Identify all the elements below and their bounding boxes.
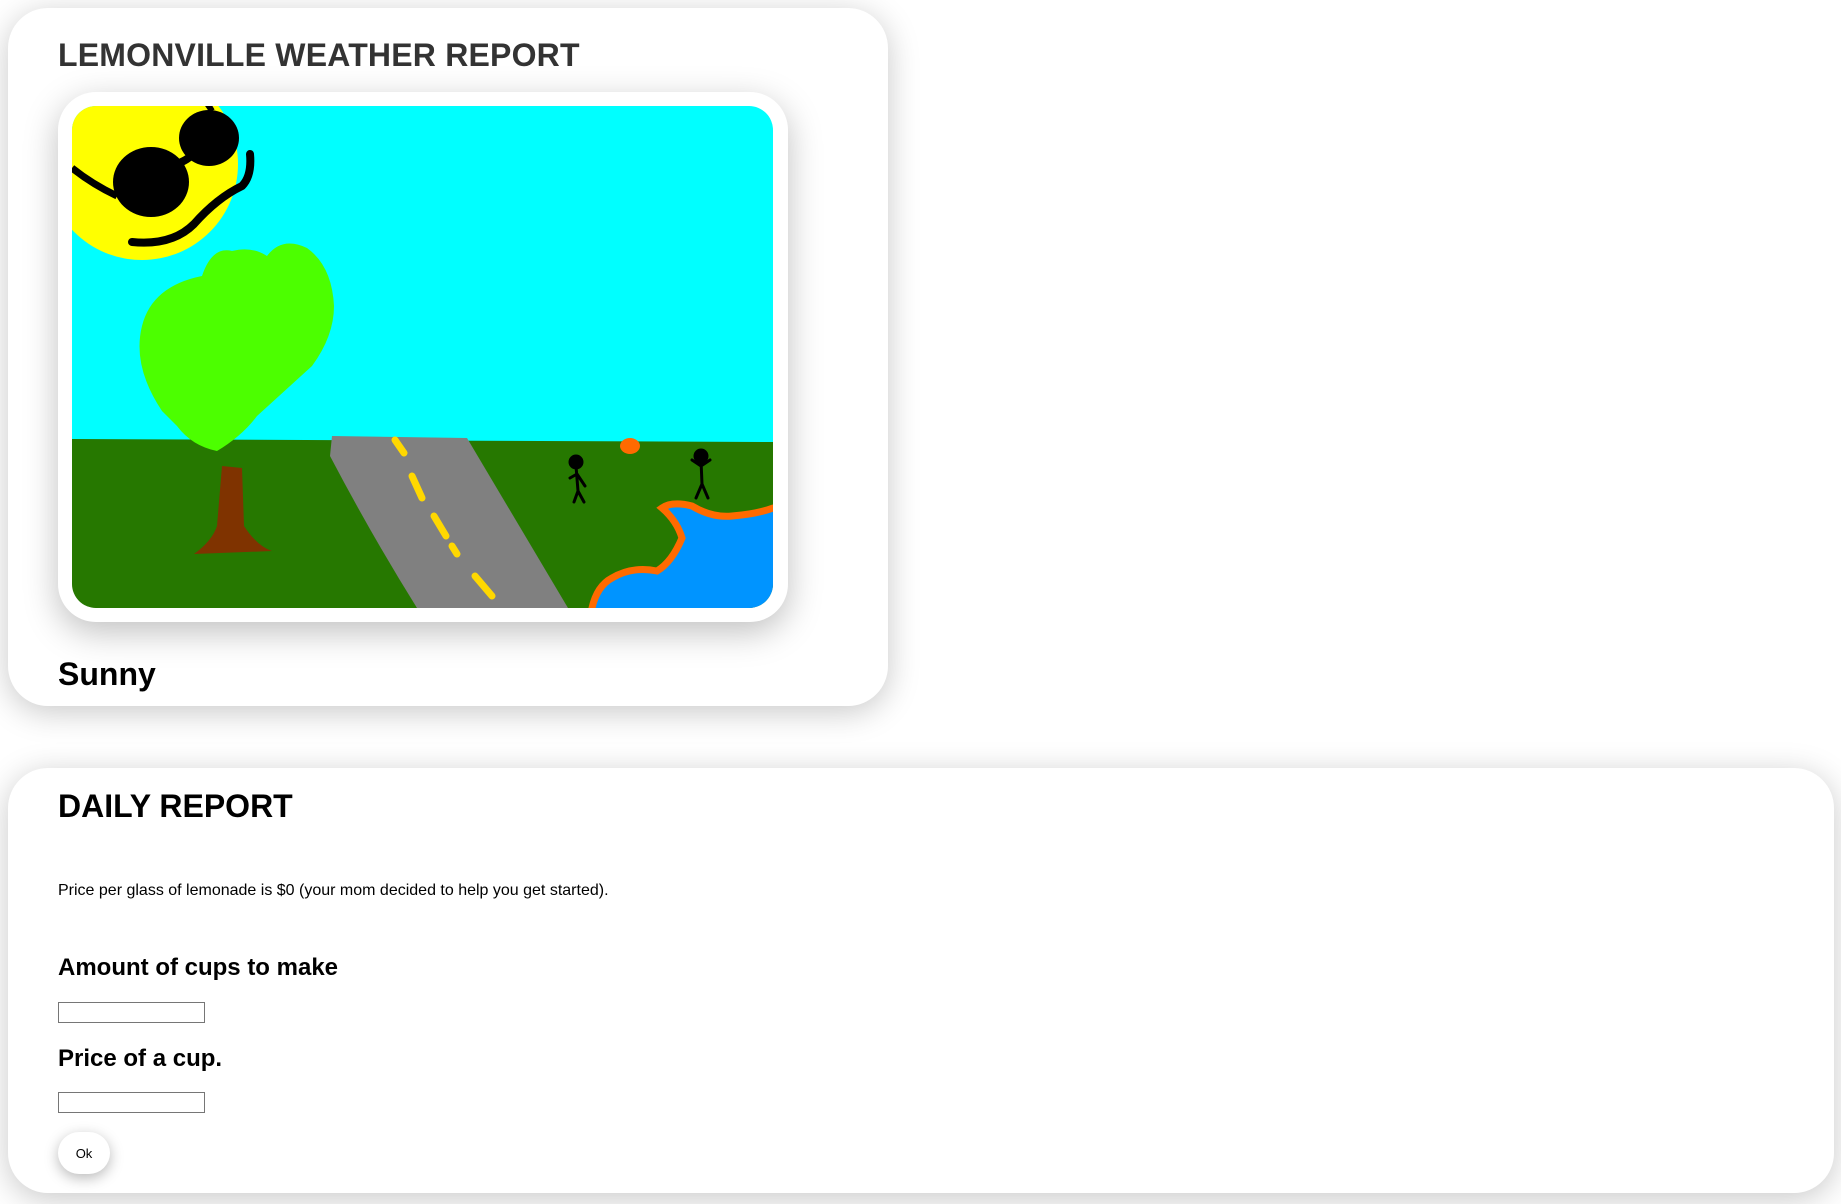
weather-illustration [72,106,773,608]
weather-report-title: LEMONVILLE WEATHER REPORT [58,37,580,73]
cups-label: Amount of cups to make [58,954,339,981]
daily-report-card: DAILY REPORT Price per glass of lemonade… [8,768,1834,1193]
weather-picture-frame [58,92,788,622]
cups-input[interactable] [58,1002,205,1023]
weather-condition: Sunny [58,656,156,692]
price-label: Price of a cup. [58,1045,223,1072]
price-input[interactable] [58,1092,205,1113]
daily-report-title: DAILY REPORT [58,788,293,824]
ok-button[interactable]: Ok [58,1132,110,1174]
weather-report-card: LEMONVILLE WEATHER REPORT Sunny [8,8,888,706]
price-info-text: Price per glass of lemonade is $0 (your … [58,882,609,899]
ball [620,438,640,454]
